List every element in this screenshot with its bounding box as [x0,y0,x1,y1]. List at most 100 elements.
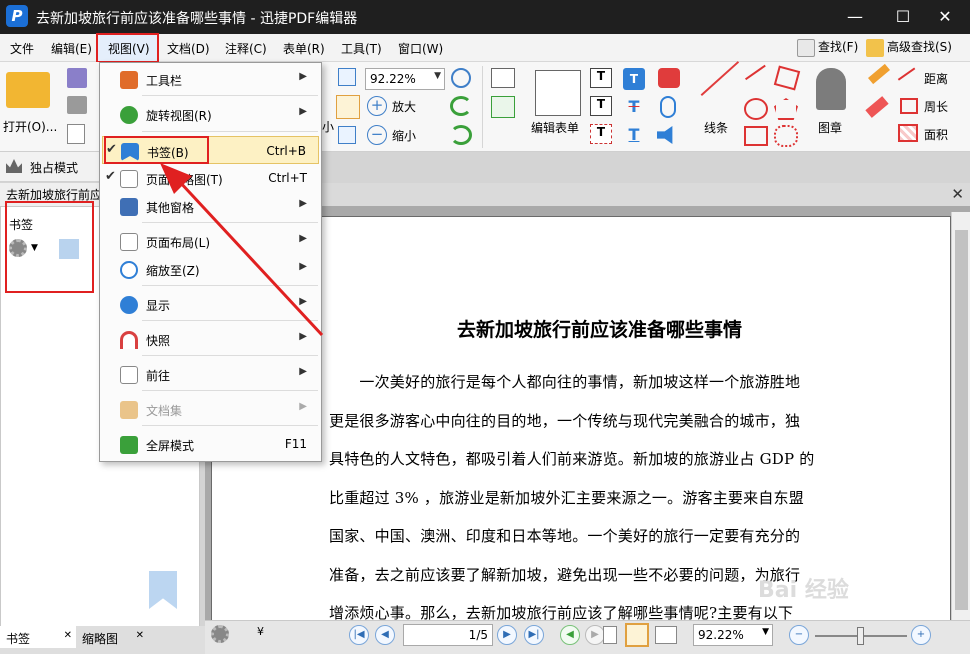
perimeter-icon[interactable] [900,98,918,114]
note-icon[interactable] [658,68,680,88]
document-heading: 去新加坡旅行前应该准备哪些事情 [456,319,742,341]
typewriter-icon[interactable]: T [590,124,612,144]
text-box-icon[interactable]: T [590,68,612,88]
chevron-down-icon[interactable]: ¥ [257,625,264,638]
scrollbar-thumb[interactable] [955,230,968,610]
line-label[interactable]: 线条 [704,119,728,136]
zoom-select[interactable]: 92.22% ▼ [365,68,445,90]
close-icon[interactable]: ✕ [64,630,72,641]
highlight-text-icon[interactable]: T [623,68,645,90]
menu-window[interactable]: 窗口(W) [398,40,443,57]
continuous-page-icon[interactable] [625,623,649,647]
minimize-button[interactable]: — [832,0,878,34]
rotate-right-icon[interactable] [450,125,472,145]
callout-icon[interactable]: T [590,96,612,116]
status-zoom-select[interactable]: 92.22% ▼ [693,624,773,646]
distance-icon[interactable] [897,67,923,91]
rotate-left-icon[interactable] [450,96,472,116]
menu-item-go-to[interactable]: 前往 ▶ [102,360,319,388]
rotate-icon [120,106,138,124]
menu-file[interactable]: 文件 [10,40,34,57]
exclusive-mode-button[interactable]: 独占模式 [30,159,78,176]
stamp-label[interactable]: 图章 [818,119,842,136]
first-page-button[interactable]: |◀ [349,625,369,645]
back-button[interactable]: ◀ [560,625,580,645]
paragraph-line: 准备，去之前应该要了解新加坡，避免出现一些不必要的问题，为旅行 [329,566,801,584]
go-to-page-icon [120,366,138,384]
zoom-out-label[interactable]: 缩小 [392,127,416,144]
actual-size-icon[interactable] [338,126,356,144]
edit-form-icon[interactable] [535,70,581,116]
area-label[interactable]: 面积 [924,126,948,143]
facing-page-icon[interactable] [655,626,677,644]
eraser-icon[interactable] [865,96,889,118]
find-icon [797,38,815,57]
image-field-icon[interactable] [491,96,515,118]
sound-icon[interactable] [657,126,673,144]
panel-bottom-tabs: 书签 ✕ 缩略图 ✕ [0,626,210,654]
menu-item-snapshot[interactable]: 快照 ▶ [102,325,319,353]
print-icon[interactable] [67,96,87,114]
distance-label[interactable]: 距离 [924,70,948,87]
menu-item-page-layout[interactable]: 页面布局(L) ▶ [102,227,319,255]
cloud-icon[interactable] [774,125,798,147]
menu-item-rotate-view[interactable]: 旋转视图(R) ▶ [102,100,319,128]
menu-document[interactable]: 文档(D) [167,40,210,57]
underline-icon[interactable]: T [623,124,645,146]
zoom-in-magnifier-icon[interactable] [451,68,471,88]
menu-tools[interactable]: 工具(T) [341,40,382,57]
menu-item-fullscreen[interactable]: 全屏模式 F11 [102,430,319,458]
polygon-icon[interactable] [774,98,798,120]
perimeter-label[interactable]: 周长 [924,98,948,115]
tab-thumbnails[interactable]: 缩略图 ✕ [76,626,148,648]
save-icon[interactable] [67,68,87,88]
document-icon[interactable] [67,124,85,144]
polyline-icon[interactable] [773,65,801,91]
pdf-page[interactable]: 去新加坡旅行前应该准备哪些事情 一次美好的旅行是每个人都向往的事情，新加坡这样一… [211,216,951,626]
strikeout-icon[interactable]: T [623,96,645,118]
menu-item-thumbnails[interactable]: ✔ 页面缩略图(T) Ctrl+T [102,164,319,192]
menu-item-other-panes[interactable]: 其他窗格 ▶ [102,192,319,220]
open-label[interactable]: 打开(O)... [3,118,57,135]
last-page-button[interactable]: ▶| [524,625,544,645]
find-button[interactable]: 查找(F) [797,38,858,57]
previous-page-button[interactable]: ◀ [375,625,395,645]
ellipse-icon[interactable] [744,98,768,120]
zoom-out-button[interactable]: − [789,625,809,645]
menu-view[interactable]: 视图(V) [108,40,150,57]
forward-button[interactable]: ▶ [585,625,605,645]
menu-edit[interactable]: 编辑(E) [51,40,92,57]
maximize-button[interactable]: ☐ [880,0,926,34]
vertical-scrollbar[interactable] [951,212,970,620]
text-field-icon[interactable] [491,68,515,88]
stamp-icon[interactable] [816,68,846,110]
fit-page-icon[interactable] [338,68,356,86]
menu-item-zoom-to[interactable]: 缩放至(Z) ▶ [102,255,319,283]
open-folder-icon[interactable] [6,72,50,108]
tab-bookmarks[interactable]: 书签 ✕ [0,626,76,648]
menu-item-portfolio[interactable]: 文档集 ▶ [102,395,319,423]
close-tab-icon[interactable]: ✕ [951,185,964,203]
close-window-button[interactable]: ✕ [922,0,968,34]
next-page-button[interactable]: ▶ [497,625,517,645]
zoom-in-label[interactable]: 放大 [392,98,416,115]
zoom-in-button[interactable]: + [911,625,931,645]
zoom-slider-handle[interactable] [857,627,864,645]
fit-width-icon[interactable] [336,95,360,119]
menu-comment[interactable]: 注释(C) [225,40,267,57]
attachment-icon[interactable] [660,96,676,118]
menu-form[interactable]: 表单(R) [283,40,325,57]
advanced-find-button[interactable]: 高级查找(S) [866,38,952,57]
area-icon[interactable] [898,124,918,142]
gear-icon[interactable] [211,625,229,643]
zoom-in-icon[interactable]: + [367,96,387,116]
page-number-input[interactable]: 1/5 [403,624,493,646]
edit-form-label[interactable]: 编辑表单 [531,119,579,136]
menu-item-display[interactable]: 显示 ▶ [102,290,319,318]
pencil-icon[interactable] [868,63,890,85]
menu-item-toolbar[interactable]: 工具栏 ▶ [102,65,319,93]
rectangle-icon[interactable] [744,126,768,146]
single-page-icon[interactable] [603,626,617,644]
close-icon[interactable]: ✕ [136,630,144,641]
zoom-out-icon[interactable]: − [367,125,387,145]
